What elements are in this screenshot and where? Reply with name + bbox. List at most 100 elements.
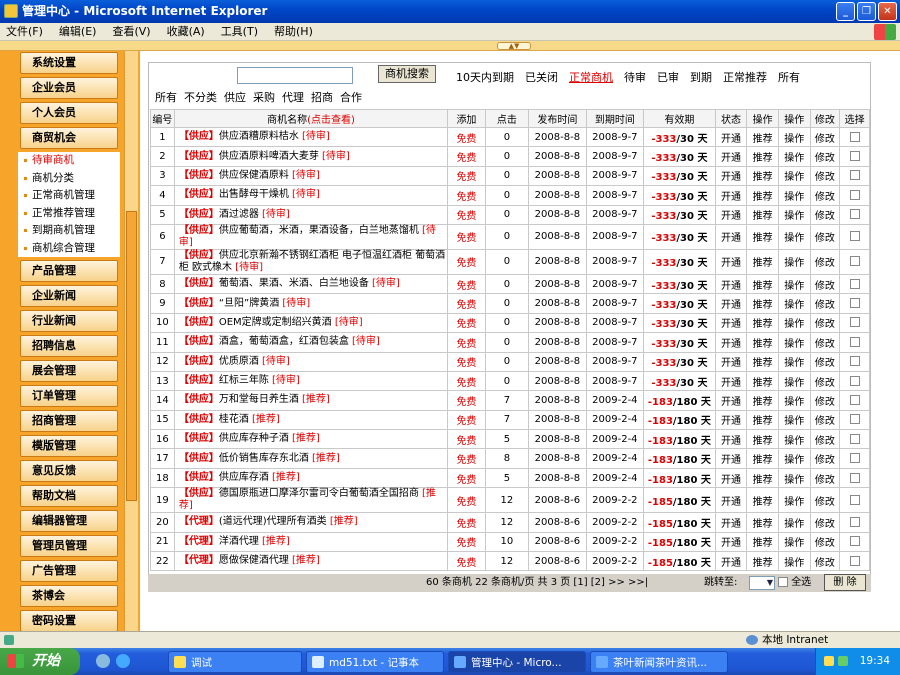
row-checkbox[interactable] (849, 453, 860, 464)
row-status[interactable]: 开通 (714, 312, 748, 334)
left-scrollbar-thumb[interactable] (126, 211, 137, 501)
row-operate[interactable]: 操作 (777, 146, 811, 167)
sidebar-item[interactable]: 意见反馈 (20, 460, 118, 482)
row-status[interactable]: 开通 (714, 165, 748, 187)
sidebar-item[interactable]: 模版管理 (20, 435, 118, 457)
sidebar-subitem[interactable]: 待审商机 (18, 152, 120, 170)
sidebar-item[interactable]: 商贸机会 (20, 127, 118, 149)
row-operate[interactable]: 操作 (777, 429, 811, 450)
row-status[interactable]: 开通 (714, 467, 748, 489)
row-checkbox[interactable] (849, 536, 860, 547)
row-recommend[interactable]: 推荐 (746, 165, 779, 187)
row-name[interactable]: 【代理】(道远代理)代理所有酒类 [推荐] (173, 512, 449, 533)
row-title[interactable]: 洋酒代理 (219, 536, 259, 547)
menu-view[interactable]: 查看(V) (112, 23, 150, 40)
row-name[interactable]: 【供应】OEM定牌或定制绍兴黄酒 [待审] (173, 312, 449, 334)
row-title[interactable]: OEM定牌或定制绍兴黄酒 (219, 317, 332, 328)
row-status[interactable]: 开通 (714, 531, 748, 553)
sidebar-item[interactable]: 展会管理 (20, 360, 118, 382)
row-recommend[interactable]: 推荐 (746, 204, 779, 225)
sidebar-item[interactable]: 编辑器管理 (20, 510, 118, 532)
row-title[interactable]: 供应酒原料啤酒大麦芽 (219, 151, 319, 162)
row-edit[interactable]: 修改 (809, 273, 841, 295)
row-name[interactable]: 【供应】供应库存酒 [推荐] (173, 467, 449, 489)
row-edit[interactable]: 修改 (809, 293, 841, 314)
row-title[interactable]: 万和堂每日养生酒 (219, 394, 299, 405)
row-name[interactable]: 【供应】供应库存种子酒 [推荐] (173, 429, 449, 450)
row-recommend[interactable]: 推荐 (746, 332, 779, 353)
sidebar-item[interactable]: 行业新闻 (20, 310, 118, 332)
search-button[interactable]: 商机搜索 (378, 65, 436, 83)
tray-network-icon[interactable] (838, 656, 848, 666)
filter-link[interactable]: 所有 (778, 69, 800, 85)
row-recommend[interactable]: 推荐 (746, 312, 779, 334)
row-operate[interactable]: 操作 (777, 223, 811, 250)
row-title[interactable]: 酒盒，葡萄酒盒，红酒包装盒 (219, 336, 349, 347)
row-recommend[interactable]: 推荐 (746, 185, 779, 206)
row-status[interactable]: 开通 (714, 293, 748, 314)
row-checkbox[interactable] (849, 278, 860, 289)
row-recommend[interactable]: 推荐 (746, 273, 779, 295)
menu-help[interactable]: 帮助(H) (274, 23, 313, 40)
row-checkbox[interactable] (849, 516, 860, 527)
row-title[interactable]: 德国原瓶进口摩泽尔雷司令白葡萄酒全国招商 (219, 488, 419, 499)
row-name[interactable]: 【供应】德国原瓶进口摩泽尔雷司令白葡萄酒全国招商 [推荐] (173, 487, 449, 514)
row-recommend[interactable]: 推荐 (746, 429, 779, 450)
row-operate[interactable]: 操作 (777, 312, 811, 334)
row-operate[interactable]: 操作 (777, 332, 811, 353)
row-operate[interactable]: 操作 (777, 551, 811, 572)
sidebar-item[interactable]: 个人会员 (20, 102, 118, 124)
row-status[interactable]: 开通 (714, 409, 748, 431)
row-name[interactable]: 【供应】出售酵母干燥机 [待审] (173, 185, 449, 206)
row-operate[interactable]: 操作 (777, 409, 811, 431)
maximize-button[interactable]: ❐ (857, 2, 876, 21)
filter-link[interactable]: 待审 (624, 69, 646, 85)
start-button[interactable]: 开始 (0, 648, 80, 675)
row-operate[interactable]: 操作 (777, 448, 811, 469)
row-status[interactable]: 开通 (714, 223, 748, 250)
sidebar-item[interactable]: 企业新闻 (20, 285, 118, 307)
row-operate[interactable]: 操作 (777, 185, 811, 206)
row-checkbox[interactable] (849, 131, 860, 142)
row-recommend[interactable]: 推荐 (746, 126, 779, 148)
row-operate[interactable]: 操作 (777, 390, 811, 411)
select-all-checkbox[interactable] (778, 577, 788, 587)
row-checkbox[interactable] (849, 336, 860, 347)
task-debug[interactable]: 调试 (168, 651, 302, 673)
sidebar-item[interactable]: 招聘信息 (20, 335, 118, 357)
row-checkbox[interactable] (849, 256, 860, 267)
category-link[interactable]: 所有 (155, 89, 177, 105)
row-recommend[interactable]: 推荐 (746, 409, 779, 431)
row-checkbox[interactable] (849, 494, 860, 505)
row-recommend[interactable]: 推荐 (746, 223, 779, 250)
row-edit[interactable]: 修改 (809, 448, 841, 469)
task-tea-news[interactable]: 茶叶新闻茶叶资讯... (590, 651, 728, 673)
row-status[interactable]: 开通 (714, 248, 748, 275)
sidebar-item[interactable]: 茶博会 (20, 585, 118, 607)
sidebar-item[interactable]: 招商管理 (20, 410, 118, 432)
row-checkbox[interactable] (849, 151, 860, 162)
row-status[interactable]: 开通 (714, 512, 748, 533)
row-title[interactable]: “旦阳”牌黄酒 (219, 298, 279, 309)
row-name[interactable]: 【供应】优质原酒 [待审] (173, 351, 449, 372)
row-checkbox[interactable] (849, 472, 860, 483)
pager-info[interactable]: 60 条商机 22 条商机/页 共 3 页 [1] [2] >> >>| (426, 574, 648, 592)
row-status[interactable]: 开通 (714, 146, 748, 167)
category-link[interactable]: 合作 (340, 89, 362, 105)
row-title[interactable]: 供应葡萄酒，米酒，果酒设备，白兰地蒸馏机 (219, 225, 419, 236)
row-title[interactable]: 供应酒糟原料桔水 (219, 131, 299, 142)
row-name[interactable]: 【供应】供应酒原料啤酒大麦芽 [待审] (173, 146, 449, 167)
menu-edit[interactable]: 编辑(E) (59, 23, 97, 40)
row-status[interactable]: 开通 (714, 332, 748, 353)
row-title[interactable]: 桂花酒 (219, 414, 249, 425)
row-name[interactable]: 【供应】万和堂每日养生酒 [推荐] (173, 390, 449, 411)
filter-link[interactable]: 已审 (657, 69, 679, 85)
task-notepad[interactable]: md51.txt - 记事本 (306, 651, 444, 673)
category-link[interactable]: 代理 (282, 89, 304, 105)
filter-link[interactable]: 到期 (690, 69, 712, 85)
row-status[interactable]: 开通 (714, 487, 748, 514)
row-recommend[interactable]: 推荐 (746, 351, 779, 372)
minimize-button[interactable]: _ (836, 2, 855, 21)
filter-link[interactable]: 正常推荐 (723, 69, 767, 85)
row-title[interactable]: 优质原酒 (219, 356, 259, 367)
